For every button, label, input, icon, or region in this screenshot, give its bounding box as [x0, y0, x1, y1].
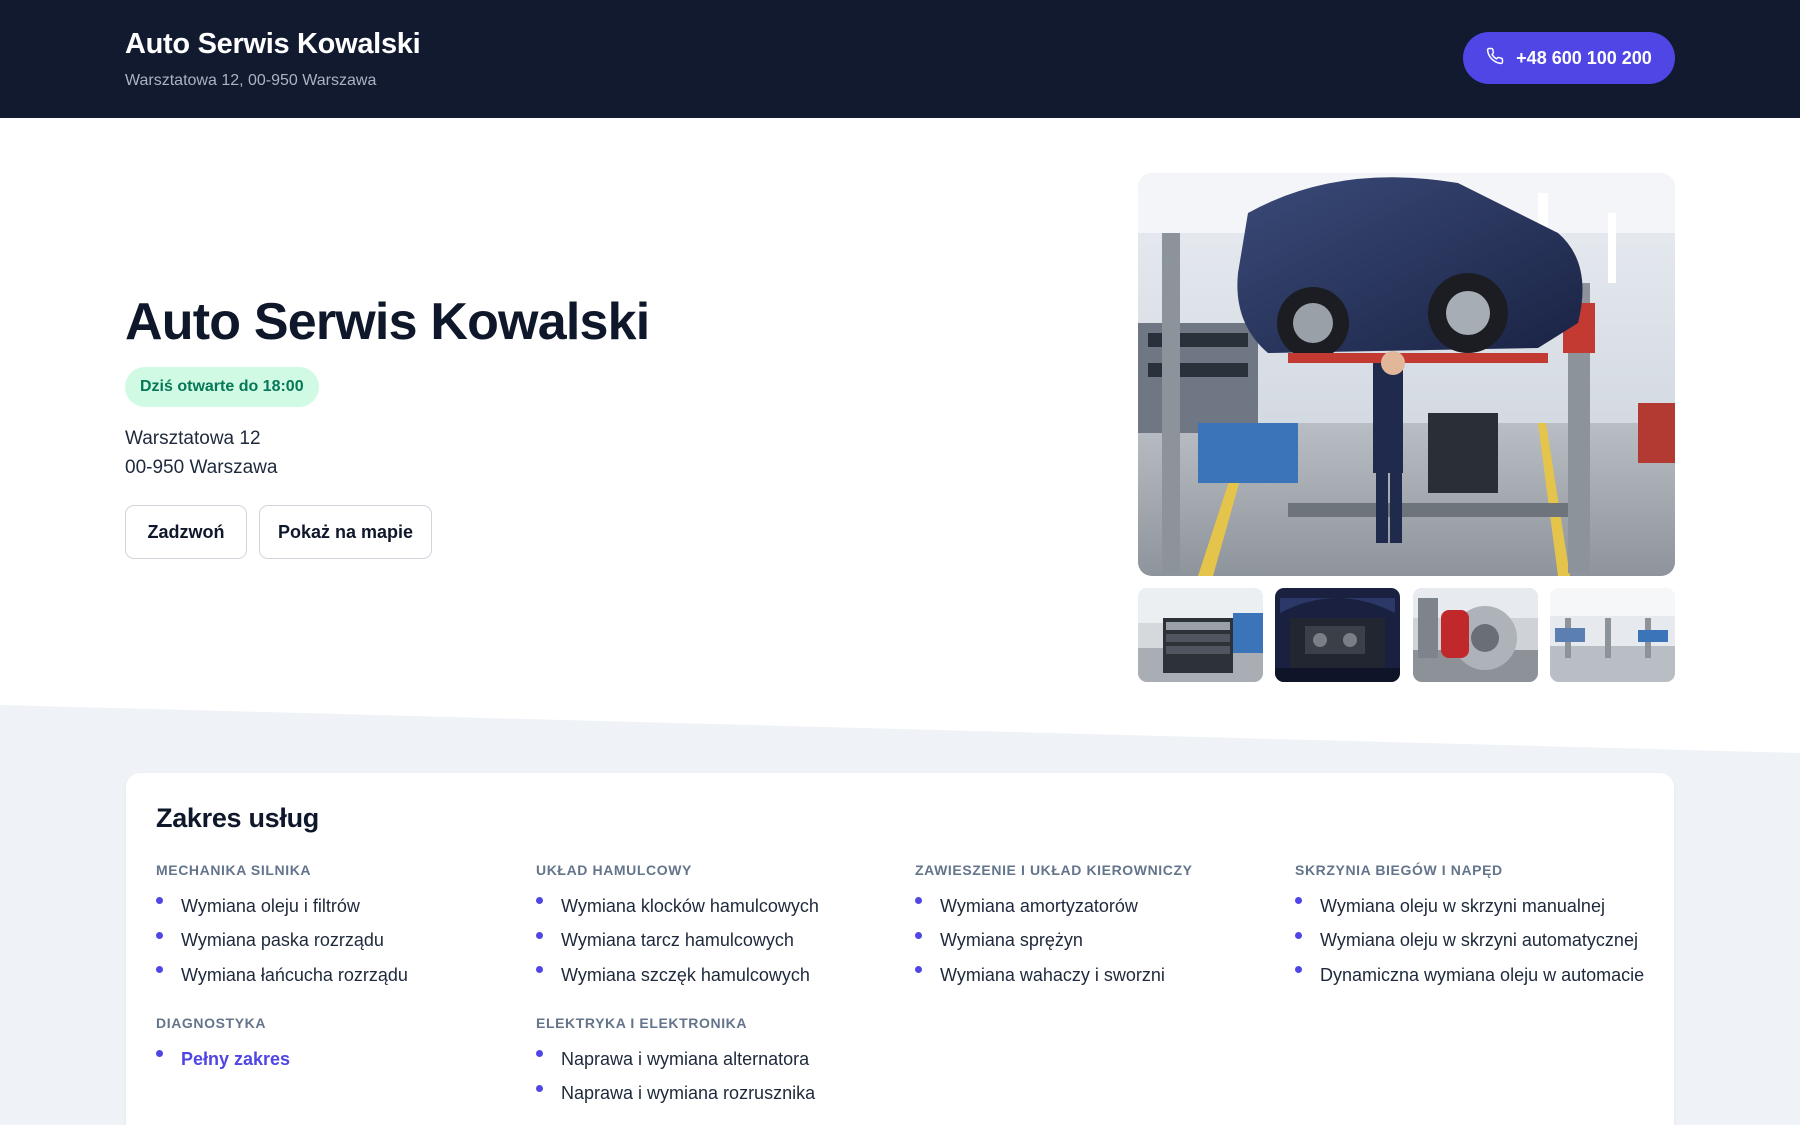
category-diagnostics: DIAGNOSTYKA	[156, 1015, 267, 1031]
list-item: Wymiana oleju w skrzyni manualnej	[1295, 889, 1644, 924]
list-item: Wymiana oleju i filtrów	[156, 889, 408, 924]
services-card: Zakres usług MECHANIKA SILNIKA Wymiana o…	[126, 773, 1674, 1125]
brand-title[interactable]: Auto Serwis Kowalski	[125, 28, 421, 61]
service-list-gearbox: Wymiana oleju w skrzyni manualnej Wymian…	[1295, 889, 1644, 993]
workshop-hall-thumbnail[interactable]	[1550, 588, 1675, 682]
address-city: 00-950 Warszawa	[125, 457, 278, 478]
service-list-suspension: Wymiana amortyzatorów Wymiana sprężyn Wy…	[915, 889, 1165, 993]
list-item: Wymiana oleju w skrzyni automatycznej	[1295, 924, 1644, 959]
category-gearbox: SKRZYNIA BIEGÓW I NAPĘD	[1295, 862, 1503, 878]
site-header: Auto Serwis Kowalski Warsztatowa 12, 00-…	[0, 0, 1800, 118]
service-list-brakes: Wymiana klocków hamulcowych Wymiana tarc…	[536, 889, 819, 993]
category-brakes: UKŁAD HAMULCOWY	[536, 862, 692, 878]
show-map-button[interactable]: Pokaż na mapie	[259, 505, 432, 559]
address-street: Warsztatowa 12	[125, 428, 261, 449]
phone-call-button[interactable]: +48 600 100 200	[1463, 32, 1675, 84]
full-range-link[interactable]: Pełny zakres	[156, 1042, 290, 1077]
open-status-badge: Dziś otwarte do 18:00	[125, 367, 319, 407]
tool-cart-thumbnail[interactable]	[1138, 588, 1263, 682]
service-list-engine: Wymiana oleju i filtrów Wymiana paska ro…	[156, 889, 408, 993]
list-item: Naprawa i wymiana rozrusznika	[536, 1077, 815, 1112]
list-item: Wymiana szczęk hamulcowych	[536, 958, 819, 993]
list-item: Wymiana wahaczy i sworzni	[915, 958, 1165, 993]
category-suspension: ZAWIESZENIE I UKŁAD KIEROWNICZY	[915, 862, 1193, 878]
services-title: Zakres usług	[156, 803, 319, 833]
list-item: Wymiana tarcz hamulcowych	[536, 924, 819, 959]
list-item: Wymiana łańcucha rozrządu	[156, 958, 408, 993]
list-item: Wymiana klocków hamulcowych	[536, 889, 819, 924]
engine-bay-thumbnail[interactable]	[1275, 588, 1400, 682]
category-engine-mechanics: MECHANIKA SILNIKA	[156, 862, 312, 878]
list-item: Wymiana paska rozrządu	[156, 924, 408, 959]
phone-number: +48 600 100 200	[1516, 47, 1652, 68]
call-button[interactable]: Zadzwoń	[125, 505, 247, 559]
list-item: Dynamiczna wymiana oleju w automacie	[1295, 958, 1644, 993]
service-list-electrics: Naprawa i wymiana alternatora Naprawa i …	[536, 1042, 815, 1111]
phone-icon	[1486, 47, 1504, 70]
list-item: Wymiana sprężyn	[915, 924, 1165, 959]
service-list-diagnostics: Pełny zakres	[156, 1042, 290, 1077]
hero-title: Auto Serwis Kowalski	[125, 293, 650, 351]
car-lift-workshop-photo[interactable]	[1138, 173, 1675, 576]
brand-address: Warsztatowa 12, 00-950 Warszawa	[125, 72, 377, 89]
brake-disc-thumbnail[interactable]	[1413, 588, 1538, 682]
category-electrics: ELEKTRYKA I ELEKTRONIKA	[536, 1015, 748, 1031]
list-item: Naprawa i wymiana alternatora	[536, 1042, 815, 1077]
list-item: Wymiana amortyzatorów	[915, 889, 1165, 924]
